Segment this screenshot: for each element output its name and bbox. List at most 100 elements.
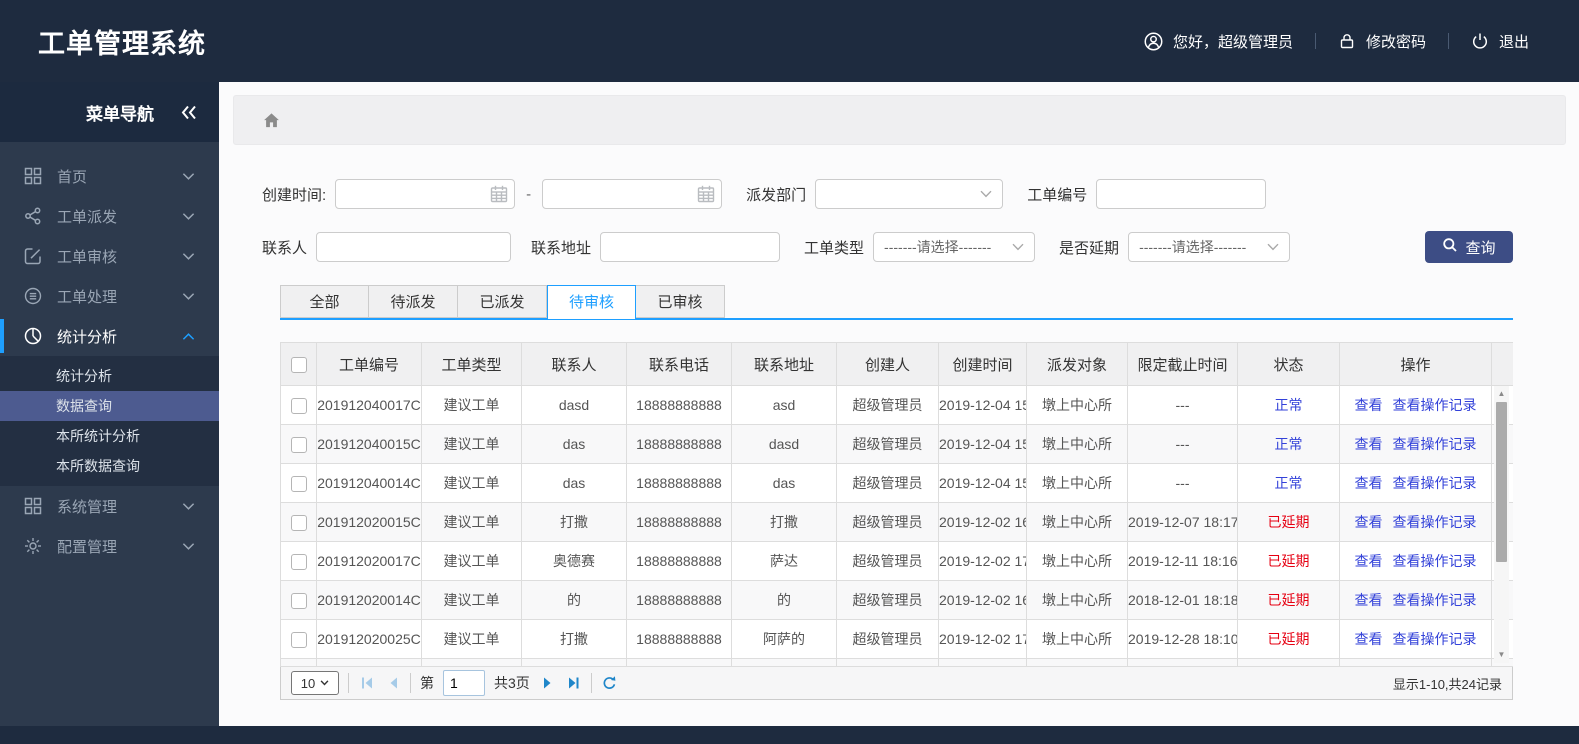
page-size-value: 10 (300, 675, 316, 691)
cell-target: 墩上中心所 (1026, 385, 1128, 425)
prev-page-button[interactable] (384, 675, 401, 692)
calendar-icon[interactable] (490, 185, 508, 203)
process-icon (24, 287, 44, 305)
change-password-label: 修改密码 (1365, 33, 1426, 51)
select-all-checkbox[interactable] (290, 356, 307, 373)
change-password-button[interactable]: 修改密码 (1316, 31, 1448, 52)
chevron-down-icon (1267, 243, 1279, 251)
row-checkbox[interactable] (290, 514, 307, 531)
user-greeting: 您好，超级管理员 (1122, 31, 1315, 52)
view-link[interactable]: 查看 (1355, 592, 1383, 608)
cell-deadline: --- (1127, 385, 1238, 425)
create-time-end-input[interactable] (542, 179, 723, 209)
sidebar-item-stats[interactable]: 统计分析 (0, 316, 219, 356)
sidebar-item-config[interactable]: 配置管理 (0, 526, 219, 566)
divider (590, 673, 592, 693)
home-icon[interactable] (262, 111, 281, 129)
first-page-button[interactable] (358, 675, 375, 692)
sidebar-subitem[interactable]: 本所统计分析 (0, 421, 219, 451)
refresh-button[interactable] (601, 675, 618, 692)
filter-row-1: 创建时间: - 派发部门 工单编号 (262, 179, 1513, 209)
sidebar-subitem[interactable]: 数据查询 (0, 391, 219, 421)
row-checkbox[interactable] (290, 475, 307, 492)
address-input[interactable] (600, 232, 781, 262)
calendar-icon[interactable] (697, 185, 715, 203)
breadcrumb (233, 95, 1566, 145)
tab-2[interactable]: 已派发 (458, 285, 547, 318)
view-log-link[interactable]: 查看操作记录 (1393, 475, 1477, 491)
view-log-link[interactable]: 查看操作记录 (1393, 631, 1477, 647)
cell-phone: 18888888888 (626, 541, 732, 581)
page-size-select[interactable]: 10 (291, 671, 339, 695)
sidebar-subitem[interactable]: 统计分析 (0, 361, 219, 391)
view-log-link[interactable]: 查看操作记录 (1393, 514, 1477, 530)
date-range-separator: - (526, 185, 532, 203)
order-no-input[interactable] (1096, 179, 1267, 209)
view-link[interactable]: 查看 (1355, 514, 1383, 530)
app-title: 工单管理系统 (38, 28, 206, 59)
dispatch-dept-select[interactable] (815, 179, 1004, 209)
tab-0[interactable]: 全部 (280, 285, 369, 318)
create-time-start-input[interactable] (335, 179, 516, 209)
search-button[interactable]: 查询 (1425, 231, 1513, 263)
page-number-input[interactable] (443, 670, 485, 696)
cell-checkbox (280, 541, 317, 581)
cell-created: 2019-12-02 16 (938, 502, 1027, 542)
view-log-link[interactable]: 查看操作记录 (1393, 436, 1477, 452)
cell-type: 建议工单 (421, 619, 522, 659)
cell-contact: 奥德赛 (521, 541, 627, 581)
tab-3[interactable]: 待审核 (547, 285, 636, 319)
row-checkbox[interactable] (290, 553, 307, 570)
sidebar-title-text: 菜单导航 (86, 104, 154, 124)
pagination-bar: 10 第 共3页 (280, 667, 1513, 700)
column-header: 限定截止时间 (1127, 342, 1238, 386)
logout-button[interactable]: 退出 (1449, 31, 1551, 52)
cell-creator: 超级管理员 (836, 619, 939, 659)
row-checkbox[interactable] (290, 592, 307, 609)
delay-select[interactable]: -------请选择------- (1128, 232, 1291, 262)
view-log-link[interactable]: 查看操作记录 (1393, 553, 1477, 569)
cell-address: 阿萨的 (731, 619, 837, 659)
cell-checkbox (280, 463, 317, 503)
scroll-down-icon[interactable]: ▼ (1494, 649, 1509, 661)
sidebar-item-dispatch[interactable]: 工单派发 (0, 196, 219, 236)
scrollbar-thumb[interactable] (1496, 402, 1507, 562)
topbar-right: 您好，超级管理员 修改密码 退出 (1122, 31, 1551, 52)
sidebar-item-review[interactable]: 工单审核 (0, 236, 219, 276)
view-link[interactable]: 查看 (1355, 631, 1383, 647)
contact-input[interactable] (316, 232, 512, 262)
order-type-select[interactable]: -------请选择------- (873, 232, 1036, 262)
tab-1[interactable]: 待派发 (369, 285, 458, 318)
view-link[interactable]: 查看 (1355, 553, 1383, 569)
contact-label: 联系人 (262, 239, 308, 257)
sidebar-subitem[interactable]: 本所数据查询 (0, 451, 219, 481)
column-header: 工单类型 (421, 342, 522, 386)
last-page-button[interactable] (565, 675, 582, 692)
view-link[interactable]: 查看 (1355, 397, 1383, 413)
view-link[interactable]: 查看 (1355, 436, 1383, 452)
vertical-scrollbar[interactable]: ▲ ▼ (1494, 386, 1509, 663)
cell-status: 已延期 (1237, 502, 1340, 542)
row-checkbox[interactable] (290, 631, 307, 648)
tab-4[interactable]: 已审核 (636, 285, 725, 318)
collapse-sidebar-icon[interactable] (180, 105, 197, 120)
row-checkbox[interactable] (290, 436, 307, 453)
sidebar-item-process[interactable]: 工单处理 (0, 276, 219, 316)
view-log-link[interactable]: 查看操作记录 (1393, 592, 1477, 608)
chevron-down-icon (980, 190, 992, 198)
search-icon (1442, 237, 1458, 257)
table-row: 201912020014C 建议工单的 18888888888 的超级管理员 2019-… (280, 580, 1513, 620)
cell-order_no: 201912040014C (316, 463, 422, 503)
gear-icon (24, 537, 44, 555)
sidebar-item-home[interactable]: 首页 (0, 156, 219, 196)
cell-type: 建议工单 (421, 580, 522, 620)
status-badge: 正常 (1274, 436, 1303, 452)
view-link[interactable]: 查看 (1355, 475, 1383, 491)
sidebar-item-system[interactable]: 系统管理 (0, 486, 219, 526)
next-page-button[interactable] (539, 675, 556, 692)
row-checkbox[interactable] (290, 397, 307, 414)
cell-empty (836, 658, 939, 666)
column-header: 状态 (1237, 342, 1340, 386)
scroll-up-icon[interactable]: ▲ (1494, 388, 1509, 400)
view-log-link[interactable]: 查看操作记录 (1393, 397, 1477, 413)
